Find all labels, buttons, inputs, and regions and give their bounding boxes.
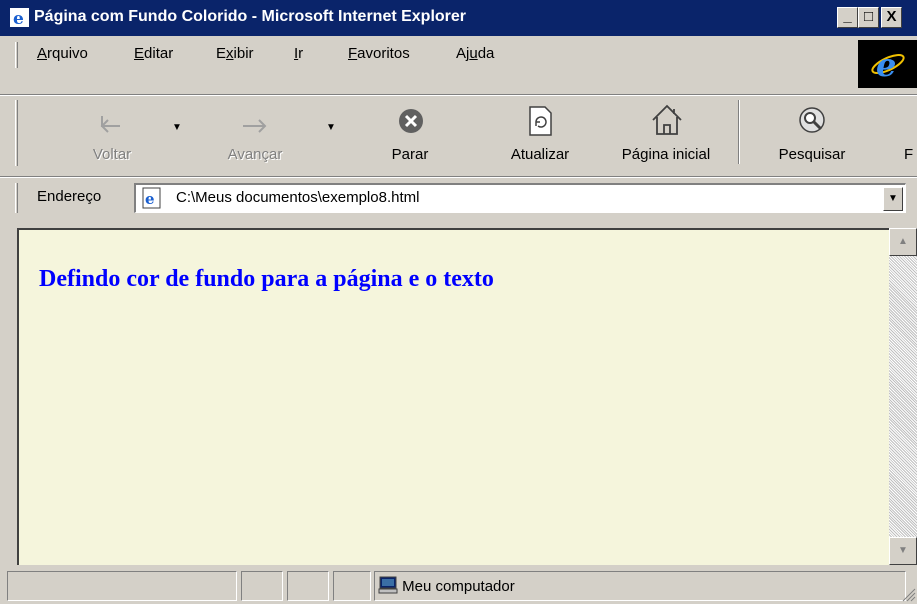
- menu-label: r: [298, 45, 304, 62]
- home-button[interactable]: Página inicial: [606, 96, 726, 168]
- band-divider: [0, 176, 917, 178]
- home-icon: [652, 104, 682, 135]
- forward-arrow-icon: [243, 119, 267, 133]
- vertical-scrollbar[interactable]: ▲ ▼: [889, 228, 917, 565]
- stop-button[interactable]: Parar: [370, 96, 450, 168]
- stop-label: Parar: [391, 146, 429, 163]
- status-zone: Meu computador: [378, 575, 515, 595]
- svg-text:e: e: [13, 9, 24, 28]
- search-icon: [799, 107, 825, 133]
- menu-label: ditar: [144, 45, 174, 62]
- menu-label-pre: E: [216, 45, 227, 62]
- refresh-button[interactable]: Atualizar: [490, 96, 590, 168]
- status-text-panel: [7, 571, 237, 601]
- maximize-button[interactable]: □: [858, 7, 879, 28]
- forward-button[interactable]: Avançar: [205, 96, 305, 168]
- refresh-icon: [529, 106, 552, 136]
- menu-ir[interactable]: Ir: [294, 45, 303, 62]
- ie-page-icon[interactable]: e: [9, 7, 30, 28]
- status-panel: [287, 571, 329, 601]
- forward-label: Avançar: [227, 146, 283, 163]
- menu-label: ibir: [233, 45, 254, 62]
- stop-icon: [399, 109, 423, 133]
- status-zone-label: Meu computador: [402, 578, 515, 595]
- status-panel: [241, 571, 283, 601]
- back-arrow-icon: [100, 116, 120, 133]
- title-bar[interactable]: e Página com Fundo Colorido - Microsoft …: [0, 0, 917, 36]
- next-toolbar-button[interactable]: F: [900, 96, 917, 168]
- page-content: Defindo cor de fundo para a página e o t…: [17, 228, 889, 565]
- window-title: Página com Fundo Colorido - Microsoft In…: [34, 8, 467, 25]
- status-panel: [333, 571, 371, 601]
- menu-exibir[interactable]: Exibir: [216, 45, 254, 62]
- menu-editar[interactable]: Editar: [134, 45, 173, 62]
- computer-icon: [378, 576, 398, 594]
- address-input[interactable]: C:\Meus documentos\exemplo8.html: [176, 189, 419, 206]
- toolbar-grip[interactable]: [15, 100, 18, 166]
- toolbar-separator: [738, 100, 740, 164]
- menu-accel: u: [469, 45, 478, 62]
- page-heading: Defindo cor de fundo para a página e o t…: [39, 266, 494, 292]
- close-button[interactable]: X: [881, 7, 902, 28]
- resize-grip-icon[interactable]: [900, 586, 916, 602]
- address-field[interactable]: e C:\Meus documentos\exemplo8.html ▼: [134, 183, 906, 213]
- next-toolbar-label: F: [904, 146, 914, 163]
- menu-accel: x: [226, 45, 234, 62]
- svg-text:e: e: [876, 46, 896, 84]
- menu-label: da: [477, 45, 495, 62]
- home-label: Página inicial: [621, 146, 711, 163]
- search-button[interactable]: Pesquisar: [762, 96, 862, 168]
- address-dropdown-button[interactable]: ▼: [883, 187, 903, 211]
- ie-throbber-logo: e: [858, 40, 917, 88]
- back-dropdown[interactable]: ▼: [172, 122, 182, 133]
- scroll-down-button[interactable]: ▼: [889, 537, 917, 565]
- menu-favoritos[interactable]: Favoritos: [348, 45, 410, 62]
- forward-dropdown[interactable]: ▼: [326, 122, 336, 133]
- menu-accel: A: [37, 45, 48, 62]
- menu-grip[interactable]: [15, 42, 18, 68]
- back-label: Voltar: [92, 146, 132, 163]
- ie-page-icon: e: [142, 187, 161, 209]
- refresh-label: Atualizar: [510, 146, 570, 163]
- back-button[interactable]: Voltar: [62, 96, 162, 168]
- menu-ajuda[interactable]: Ajuda: [456, 45, 494, 62]
- menu-accel: E: [134, 45, 145, 62]
- menu-label: rquivo: [47, 45, 88, 62]
- svg-text:e: e: [145, 190, 155, 208]
- menu-accel: F: [348, 45, 358, 62]
- ie-logo-icon: e: [871, 46, 905, 84]
- menu-bar: Arquivo Editar Exibir Ir Favoritos Ajuda: [0, 38, 917, 70]
- minimize-button[interactable]: _: [837, 7, 858, 28]
- address-grip[interactable]: [15, 183, 18, 213]
- menu-label-pre: Aj: [456, 45, 470, 62]
- menu-label: avoritos: [357, 45, 410, 62]
- address-label: Endereço: [37, 188, 102, 205]
- menu-arquivo[interactable]: Arquivo: [37, 45, 88, 62]
- search-label: Pesquisar: [778, 146, 846, 163]
- scroll-up-button[interactable]: ▲: [889, 228, 917, 256]
